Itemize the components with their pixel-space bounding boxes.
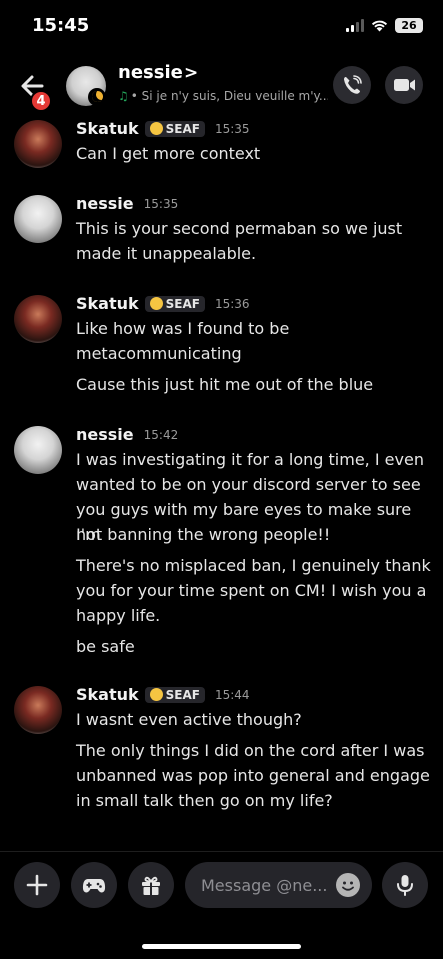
phone-icon [344, 75, 362, 94]
activities-button[interactable] [71, 862, 117, 908]
gamepad-icon [82, 879, 106, 893]
header-status: ♫ • Si je n'y suis, Dieu veuille m'y... [118, 89, 328, 103]
guild-tag-icon [149, 688, 163, 701]
header-title[interactable]: nessie [118, 62, 183, 83]
message-text: be safe [76, 637, 135, 656]
timestamp: 15:35 [143, 196, 179, 211]
guild-tag[interactable]: SEAF [144, 686, 205, 703]
author-name[interactable]: nessie [76, 194, 134, 213]
plus-icon [26, 874, 48, 896]
message-header: Skatuk SEAF 15:36 [76, 294, 250, 313]
message-text: There's no misplaced ban, I genuinely th… [76, 556, 431, 575]
message-text: The only things I did on the cord after … [76, 741, 425, 760]
message-text: unbanned was pop into general and engage [76, 766, 430, 785]
message-text: you for your time spent on CM! I wish yo… [76, 581, 427, 600]
idle-status-icon [88, 88, 106, 106]
message-text: not banning the wrong people!! [76, 525, 331, 544]
message-header: nessie 15:42 [76, 425, 178, 444]
timestamp: 15:36 [214, 296, 250, 311]
author-name[interactable]: nessie [76, 425, 134, 444]
message-text: made it unappealable. [76, 244, 257, 263]
smiley-icon [342, 881, 354, 891]
message-header: Skatuk SEAF 15:44 [76, 685, 250, 704]
message-list[interactable]: Skatuk SEAF 15:35 Can I get more context… [0, 116, 443, 851]
message-text: in small talk then go on my life? [76, 791, 333, 810]
avatar[interactable] [14, 295, 62, 343]
emoji-button[interactable] [336, 873, 360, 897]
wifi-icon [371, 20, 388, 32]
message-text: I wasnt even active though? [76, 710, 302, 729]
message-header: nessie 15:35 [76, 194, 178, 213]
voice-call-button[interactable] [333, 66, 371, 104]
message-text: Like how was I found to be [76, 319, 290, 338]
guild-tag-icon [149, 297, 163, 310]
guild-tag[interactable]: SEAF [144, 120, 205, 137]
message-text: wanted to be on your discord server to s… [76, 475, 421, 494]
add-attachment-button[interactable] [14, 862, 60, 908]
status-text: • Si je n'y suis, Dieu veuille m'y... [130, 89, 328, 103]
guild-tag-label: SEAF [165, 121, 200, 136]
guild-tag[interactable]: SEAF [144, 295, 205, 312]
signal-icon [346, 19, 364, 32]
microphone-icon [397, 875, 413, 896]
guild-tag-label: SEAF [165, 687, 200, 702]
music-note-icon: ♫ [118, 89, 129, 103]
battery-icon: 26 [395, 18, 423, 33]
guild-tag-label: SEAF [165, 296, 200, 311]
message-text: metacommunicating [76, 344, 242, 363]
status-bar: 15:45 26 [0, 0, 443, 54]
timestamp: 15:44 [214, 687, 250, 702]
author-name[interactable]: Skatuk [76, 294, 139, 313]
gift-icon [142, 876, 160, 895]
message-text: I was investigating it for a long time, … [76, 450, 424, 469]
avatar[interactable] [14, 686, 62, 734]
channel-header: 4 nessie > ♫ • Si je n'y suis, Dieu veuil… [0, 54, 443, 116]
message-text: This is your second permaban so we just [76, 219, 403, 238]
voice-message-button[interactable] [382, 862, 428, 908]
avatar[interactable] [14, 195, 62, 243]
status-icons: 26 [346, 18, 423, 33]
message-text: Can I get more context [76, 144, 261, 163]
unread-badge: 4 [30, 90, 52, 112]
message-text: Cause this just hit me out of the blue [76, 375, 374, 394]
author-name[interactable]: Skatuk [76, 685, 139, 704]
message-input[interactable]: Message @ne... [185, 862, 372, 908]
gift-button[interactable] [128, 862, 174, 908]
message-input-placeholder: Message @ne... [201, 876, 328, 895]
status-time: 15:45 [32, 15, 90, 36]
guild-tag-icon [149, 122, 163, 135]
message-header: Skatuk SEAF 15:35 [76, 119, 250, 138]
video-call-button[interactable] [385, 66, 423, 104]
avatar[interactable] [14, 426, 62, 474]
timestamp: 15:42 [143, 427, 179, 442]
composer-divider [0, 851, 443, 852]
video-camera-icon [394, 79, 415, 91]
home-indicator[interactable] [142, 944, 301, 949]
chevron-right-icon: > [184, 63, 199, 83]
timestamp: 15:35 [214, 121, 250, 136]
message-text: happy life. [76, 606, 161, 625]
author-name[interactable]: Skatuk [76, 119, 139, 138]
avatar[interactable] [14, 120, 62, 168]
